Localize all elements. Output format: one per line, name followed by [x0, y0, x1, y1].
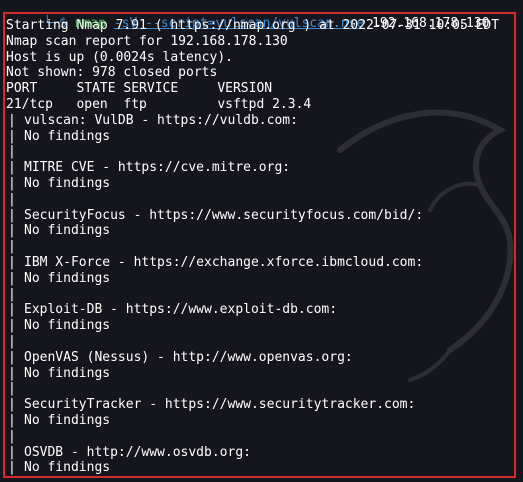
output-line: Nmap scan report for 192.168.178.130 — [6, 33, 288, 49]
no-findings-text: No findings — [24, 128, 111, 144]
pipe-char: | — [8, 412, 16, 428]
pipe-char: | — [8, 223, 16, 239]
pipe-char: | — [8, 112, 16, 128]
blank-line: | — [6, 144, 511, 160]
no-findings-text: No findings — [24, 175, 111, 191]
terminal-output: Starting Nmap 7.91 ( https://nmap.org ) … — [6, 18, 511, 476]
pipe-char: | — [8, 428, 16, 444]
source-line: | IBM X-Force - https://exchange.xforce.i… — [6, 255, 511, 271]
pipe-char: | — [8, 286, 16, 302]
source-line: | MITRE CVE - https://cve.mitre.org: — [6, 160, 511, 176]
source-label: OSVDB - http://www.osvdb.org: — [24, 444, 251, 460]
output-line: Not shown: 978 closed ports — [6, 65, 218, 81]
blank-line: | — [6, 239, 511, 255]
pipe-char: | — [8, 365, 16, 381]
pipe-char: | — [8, 160, 16, 176]
pipe-char: | — [8, 381, 16, 397]
output-line: Host is up (0.0024s latency). — [6, 49, 233, 65]
finding-line: | No findings — [6, 129, 511, 145]
terminal-window[interactable]: └─$ nmap -sV --script=vulscan/vulscan.ns… — [0, 0, 523, 482]
no-findings-text: No findings — [24, 223, 111, 239]
pipe-char: | — [8, 318, 16, 334]
no-findings-text: No findings — [24, 318, 111, 334]
blank-line: | — [6, 429, 511, 445]
finding-line: | No findings — [6, 223, 511, 239]
finding-line: | No findings — [6, 413, 511, 429]
source-line: | SecurityTracker - https://www.securityt… — [6, 397, 511, 413]
pipe-char: | — [8, 270, 16, 286]
finding-line: | No findings — [6, 271, 511, 287]
pipe-char: | — [8, 444, 16, 460]
output-line: 21/tcp open ftp vsftpd 2.3.4 — [6, 96, 312, 112]
finding-line: | No findings — [6, 176, 511, 192]
blank-line: | — [6, 334, 511, 350]
no-findings-text: No findings — [24, 412, 111, 428]
source-label: MITRE CVE - https://cve.mitre.org: — [24, 160, 291, 176]
blank-line: | — [6, 287, 511, 303]
source-label: OpenVAS (Nessus) - http://www.openvas.or… — [24, 349, 353, 365]
source-label: SecurityTracker - https://www.securitytr… — [24, 397, 416, 413]
no-findings-text: No findings — [24, 365, 111, 381]
pipe-char: | — [8, 175, 16, 191]
vulscan-source-label: vulscan: VulDB - https://vuldb.com: — [24, 112, 298, 128]
source-label: SecurityFocus - https://www.securityfocu… — [24, 207, 424, 223]
pipe-char: | — [8, 239, 16, 255]
pipe-char: | — [8, 191, 16, 207]
pipe-char: | — [8, 302, 16, 318]
pipe-char: | — [8, 128, 16, 144]
no-findings-text: No findings — [24, 460, 111, 476]
pipe-char: | — [8, 144, 16, 160]
output-line: Starting Nmap 7.91 ( https://nmap.org ) … — [6, 18, 500, 33]
source-line: | Exploit-DB - https://www.exploit-db.com… — [6, 302, 511, 318]
pipe-char: | — [8, 349, 16, 365]
source-label: IBM X-Force - https://exchange.xforce.ib… — [24, 254, 424, 270]
output-line: PORT STATE SERVICE VERSION — [6, 81, 273, 97]
blank-line: | — [6, 192, 511, 208]
source-label: Exploit-DB - https://www.exploit-db.com: — [24, 302, 338, 318]
pipe-char: | — [8, 254, 16, 270]
pipe-char: | — [8, 460, 16, 476]
pipe-char: | — [8, 207, 16, 223]
source-line: | OSVDB - http://www.osvdb.org: — [6, 445, 511, 461]
finding-line: | No findings — [6, 366, 511, 382]
source-line: | SecurityFocus - https://www.securityfoc… — [6, 208, 511, 224]
finding-line: | No findings — [6, 460, 511, 476]
pipe-char: | — [8, 333, 16, 349]
no-findings-text: No findings — [24, 270, 111, 286]
finding-line: | No findings — [6, 318, 511, 334]
source-line: | OpenVAS (Nessus) - http://www.openvas.o… — [6, 350, 511, 366]
vulscan-line: | vulscan: VulDB - https://vuldb.com: — [6, 113, 511, 129]
blank-line: | — [6, 381, 511, 397]
pipe-char: | — [8, 397, 16, 413]
